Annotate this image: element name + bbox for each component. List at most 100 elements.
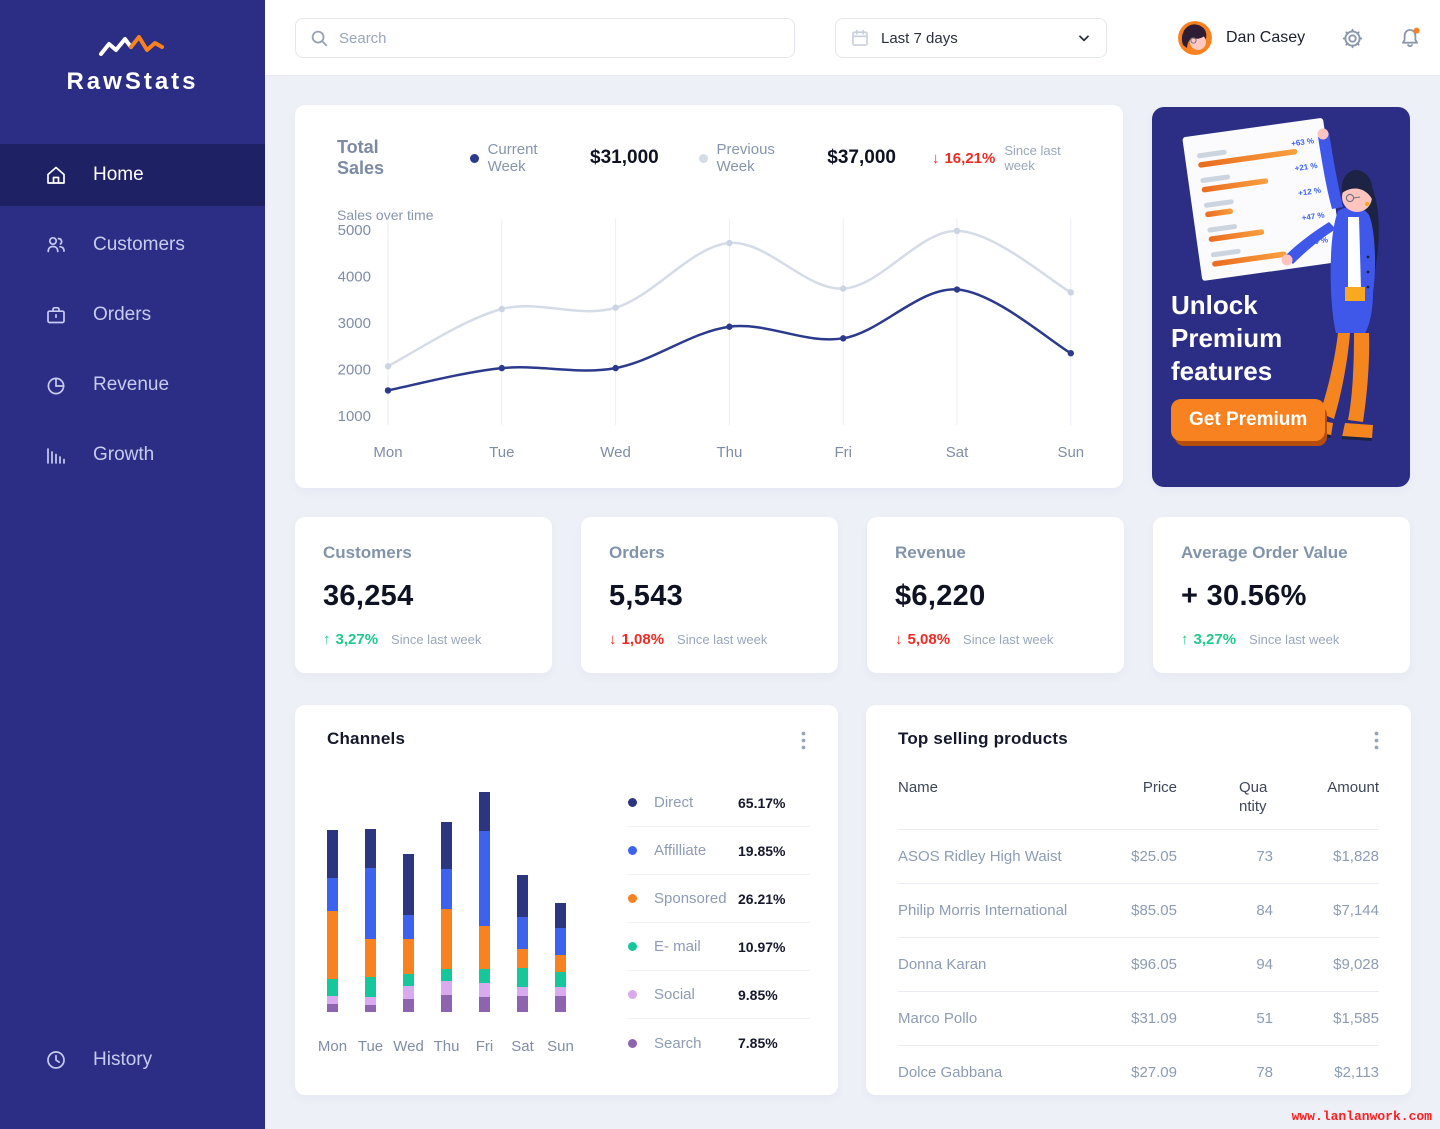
legend-row-direct: Direct65.17% [628, 779, 810, 827]
bar-segment-social [365, 997, 376, 1005]
x-tick-label: Mon [373, 444, 402, 461]
sales-card-title: Total Sales [337, 137, 430, 179]
sidebar: RawStats HomeCustomersOrdersRevenueGrowt… [0, 0, 265, 1129]
notifications-bell-icon[interactable] [1398, 26, 1422, 50]
data-point [385, 363, 391, 369]
table-cell: $25.05 [1081, 829, 1177, 883]
table-cell: 94 [1177, 937, 1273, 991]
down-arrow-icon: ↓ [932, 150, 940, 167]
bar-day-label: Sun [547, 1038, 574, 1055]
data-point [499, 306, 505, 312]
kebab-menu-icon[interactable] [1370, 729, 1383, 757]
get-premium-button[interactable]: Get Premium [1171, 399, 1325, 441]
current-week-label: Current Week [488, 141, 578, 175]
bar-segment-direct [555, 903, 566, 928]
sidebar-item-growth[interactable]: Growth [0, 424, 265, 486]
table-cell: Marco Pollo [898, 991, 1081, 1045]
stat-label: Average Order Value [1181, 543, 1382, 563]
data-point [726, 240, 732, 246]
channel-bar-sat: Sat [517, 787, 528, 1055]
settings-gear-icon[interactable] [1341, 27, 1364, 50]
bar-segment-social [441, 981, 452, 995]
briefcase-icon [45, 304, 67, 326]
bar-segment-e-mail [365, 977, 376, 997]
legend-label: Search [654, 1035, 702, 1052]
stat-delta-note: Since last week [391, 632, 481, 647]
y-tick-label: 2000 [338, 362, 371, 379]
table-row-marco-pollo[interactable]: Marco Pollo$31.0951$1,585 [898, 991, 1379, 1045]
avatar[interactable] [1178, 21, 1212, 55]
data-point [612, 304, 618, 310]
legend-dot-icon [628, 1039, 637, 1048]
sidebar-item-label: Customers [93, 234, 185, 256]
table-cell: Philip Morris International [898, 883, 1081, 937]
logo-wave-icon [95, 34, 171, 60]
sidebar-item-orders[interactable]: Orders [0, 284, 265, 346]
bar-segment-search [517, 996, 528, 1012]
channels-card: Channels MonTueWedThuFriSatSun Direct65.… [295, 705, 838, 1095]
table-row-dolce-gabbana[interactable]: Dolce Gabbana$27.0978$2,113 [898, 1045, 1379, 1099]
search-input[interactable] [339, 30, 781, 47]
bar-stack [517, 787, 528, 1012]
stat-delta-note: Since last week [963, 632, 1053, 647]
sidebar-item-customers[interactable]: Customers [0, 214, 265, 276]
bar-segment-affilliate [441, 869, 452, 909]
stat-delta-row: ↓5,08%Since last week [895, 631, 1096, 648]
bar-segment-search [365, 1005, 376, 1012]
legend-dot-icon [628, 990, 637, 999]
stat-delta-row: ↑3,27%Since last week [323, 631, 524, 648]
chevron-down-icon [1076, 30, 1092, 46]
bar-segment-search [555, 996, 566, 1012]
bar-day-label: Fri [476, 1038, 494, 1055]
data-point [499, 365, 505, 371]
search-input-wrapper[interactable] [295, 18, 795, 58]
bar-day-label: Mon [318, 1038, 347, 1055]
date-range-select[interactable]: Last 7 days [835, 18, 1107, 58]
bar-day-label: Thu [434, 1038, 460, 1055]
user-area: Dan Casey [1178, 0, 1422, 76]
bar-segment-direct [365, 829, 376, 868]
sales-line-chart: MonTueWedThuFriSatSun5000400030002000100… [325, 213, 1115, 468]
sidebar-item-label: Revenue [93, 374, 169, 396]
stat-delta-value: 3,27% [1194, 631, 1237, 648]
search-icon [309, 28, 329, 48]
bar-segment-social [517, 987, 528, 996]
stat-card-revenue: Revenue$6,220↓5,08%Since last week [867, 517, 1124, 673]
sales-delta-note: Since last week [1004, 143, 1093, 173]
table-row-philip-morris-international[interactable]: Philip Morris International$85.0584$7,14… [898, 883, 1379, 937]
table-cell: $27.09 [1081, 1045, 1177, 1099]
kebab-menu-icon[interactable] [797, 729, 810, 757]
user-name: Dan Casey [1226, 29, 1305, 47]
products-title: Top selling products [898, 729, 1068, 749]
previous-week-dot-icon [699, 154, 708, 163]
bar-segment-search [441, 995, 452, 1012]
sidebar-item-history[interactable]: History [0, 1029, 265, 1091]
legend-dot-icon [628, 846, 637, 855]
legend-value: 10.97% [738, 939, 810, 955]
sidebar-item-label: History [93, 1049, 152, 1071]
avatar-illustration [1178, 21, 1212, 55]
notification-dot [1414, 28, 1420, 34]
stat-delta-row: ↑3,27%Since last week [1181, 631, 1382, 648]
table-cell: $7,144 [1273, 883, 1379, 937]
sidebar-item-home[interactable]: Home [0, 144, 265, 206]
sidebar-bottom: History [0, 1029, 265, 1099]
sidebar-item-revenue[interactable]: Revenue [0, 354, 265, 416]
table-row-asos-ridley-high-waist[interactable]: ASOS Ridley High Waist$25.0573$1,828 [898, 829, 1379, 883]
previous-week-value: $37,000 [827, 147, 896, 169]
table-row-donna-karan[interactable]: Donna Karan$96.0594$9,028 [898, 937, 1379, 991]
data-point [385, 387, 391, 393]
legend-value: 9.85% [738, 987, 810, 1003]
x-tick-label: Wed [600, 444, 631, 461]
bar-segment-affilliate [327, 878, 338, 911]
bar-segment-direct [403, 854, 414, 915]
stat-delta-note: Since last week [1249, 632, 1339, 647]
stat-value: 5,543 [609, 580, 810, 613]
table-cell: 51 [1177, 991, 1273, 1045]
bar-segment-affilliate [555, 928, 566, 955]
table-cell: 84 [1177, 883, 1273, 937]
bar-segment-sponsored [441, 909, 452, 969]
bar-segment-direct [479, 792, 490, 831]
bar-segment-sponsored [555, 955, 566, 972]
bar-day-label: Sat [511, 1038, 534, 1055]
